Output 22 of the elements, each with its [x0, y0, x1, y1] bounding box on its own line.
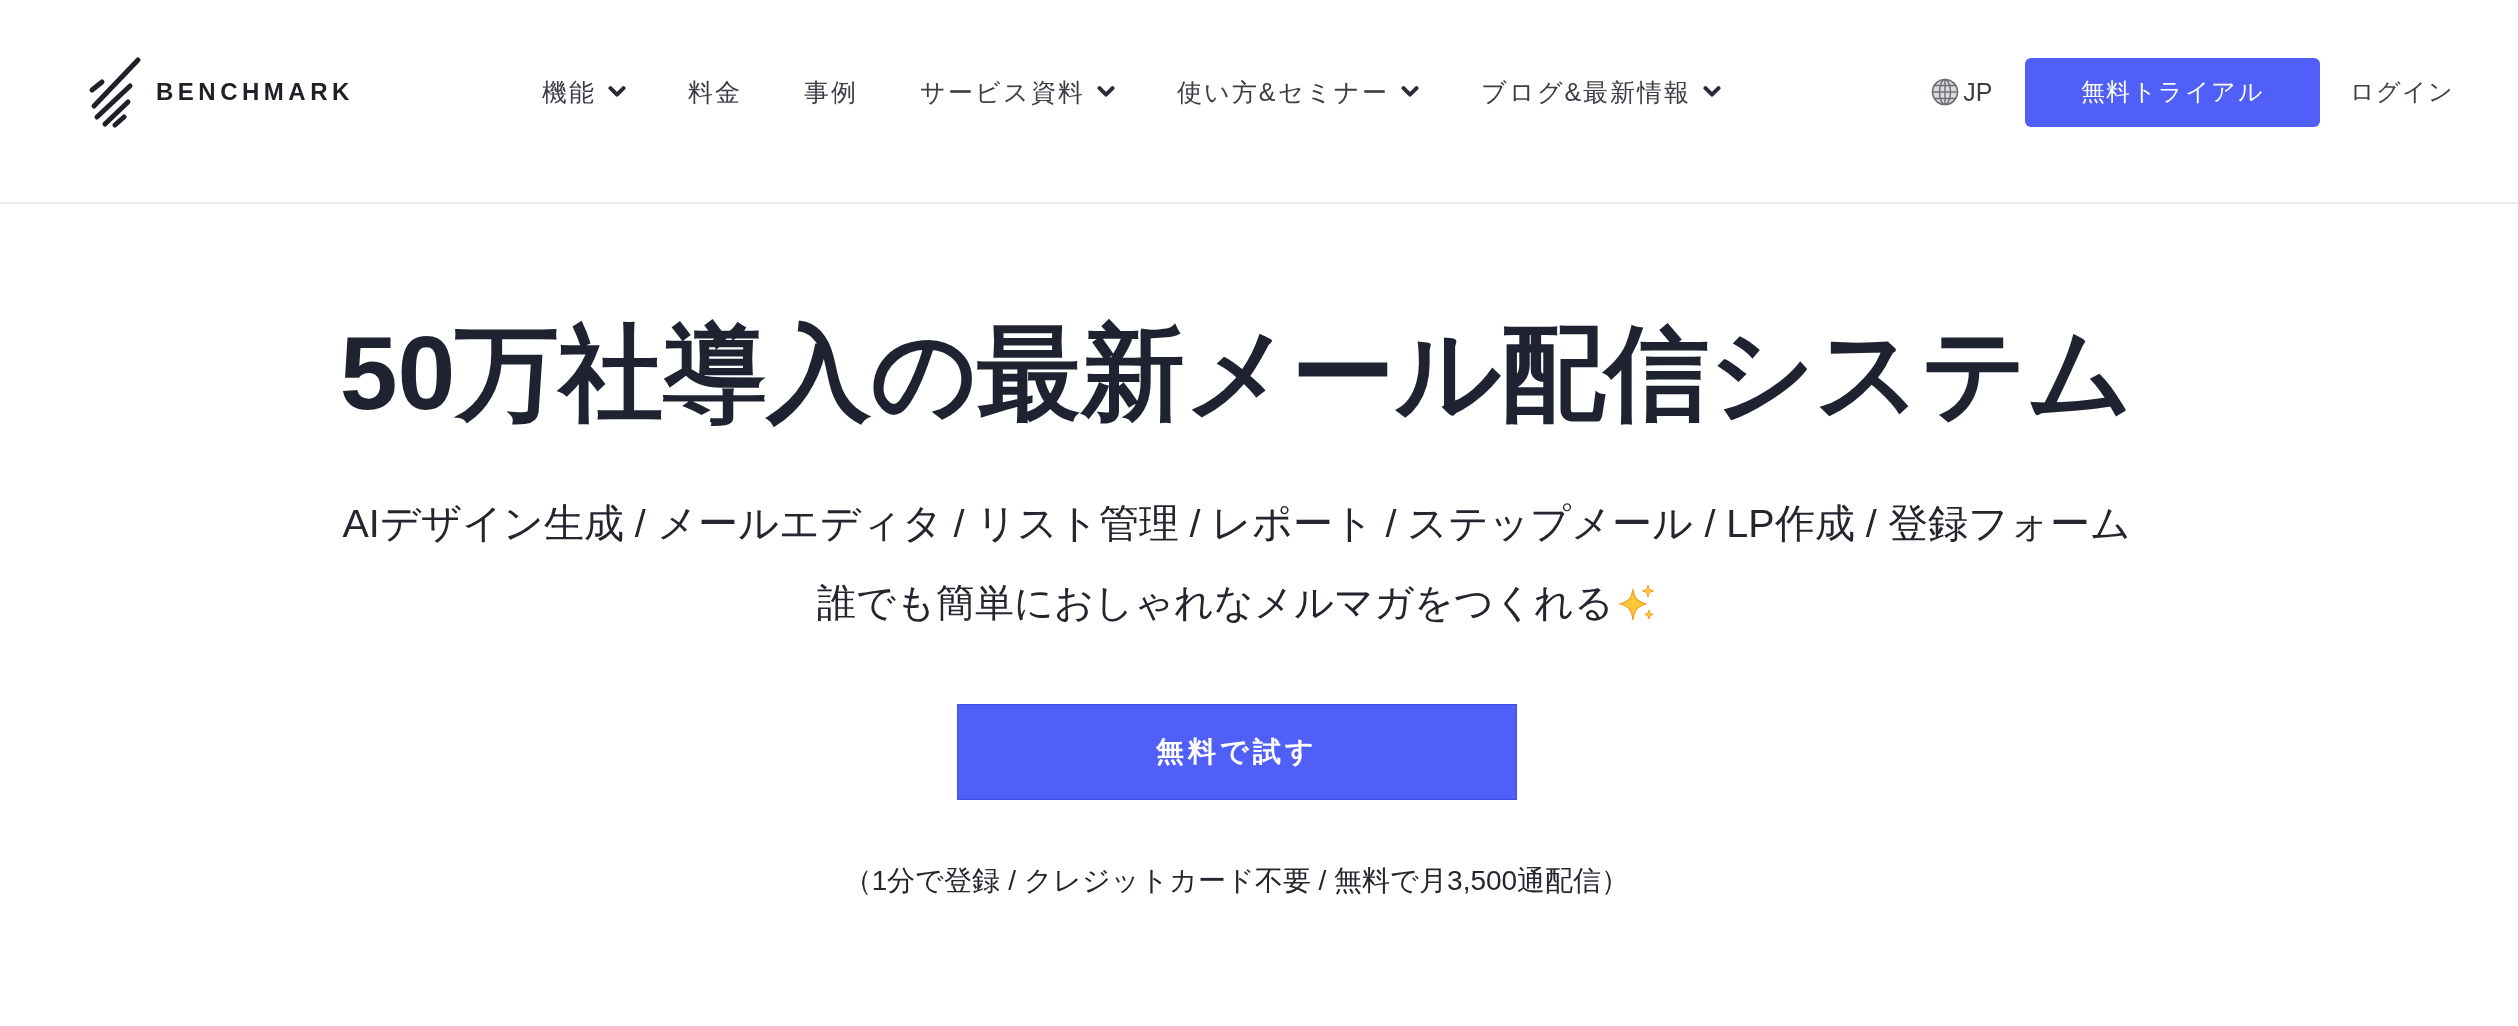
hero-headline: 50万社導入の最新メール配信システム: [339, 314, 2134, 433]
nav-link[interactable]: 機能: [541, 75, 626, 109]
nav-link[interactable]: 事例: [803, 75, 858, 109]
free-trial-button[interactable]: 無料トライアル: [2024, 57, 2320, 127]
signup-note: （1分で登録 / クレジットカード不要 / 無料で月3,500通配信）: [843, 864, 1630, 898]
nav-link[interactable]: サービス資料: [919, 75, 1115, 109]
language-selector[interactable]: JP: [1931, 77, 1993, 107]
chevron-down-icon: [1400, 86, 1419, 98]
sparkle-icon: [1616, 583, 1656, 623]
globe-icon: [1931, 78, 1960, 106]
nav-link[interactable]: 料金: [687, 75, 742, 109]
chevron-down-icon: [607, 86, 626, 98]
chevron-down-icon: [1703, 86, 1722, 98]
try-free-button[interactable]: 無料で試す: [956, 704, 1517, 800]
tagline: 誰でも簡単におしゃれなメルマガをつくれる: [817, 580, 1614, 626]
feature-list: AIデザイン生成 / メールエディタ / リスト管理 / レポート / ステップメール / LP作成 / 登録フォーム: [342, 483, 2131, 563]
logo-icon: [88, 56, 142, 128]
nav-link[interactable]: 使い方&セミナー: [1176, 75, 1419, 109]
login-link[interactable]: ログイン: [2350, 76, 2454, 108]
nav-link[interactable]: ブログ&最新情報: [1480, 75, 1722, 109]
brand-name: BENCHMARK: [156, 78, 354, 106]
chevron-down-icon: [1096, 86, 1115, 98]
